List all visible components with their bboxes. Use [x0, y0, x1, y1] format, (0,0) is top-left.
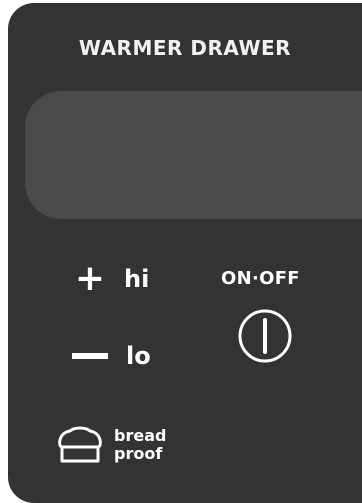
- bread-label-line2: proof: [114, 444, 163, 463]
- lo-button[interactable]: lo: [70, 336, 151, 376]
- warmer-drawer-control-panel: WARMER DRAWER + hi lo bread proof ON·OFF: [8, 3, 362, 503]
- on-off-button[interactable]: [236, 307, 294, 365]
- hi-button[interactable]: + hi: [70, 259, 149, 299]
- bread-loaf-icon: [58, 426, 102, 463]
- plus-icon: +: [74, 258, 106, 299]
- panel-title: WARMER DRAWER: [78, 36, 292, 60]
- display-window: [25, 91, 362, 219]
- minus-icon: [72, 353, 108, 359]
- power-icon: [238, 309, 292, 363]
- bread-proof-label: bread proof: [114, 427, 166, 463]
- bread-proof-button[interactable]: bread proof: [56, 415, 166, 475]
- bread-label-line1: bread: [114, 426, 167, 445]
- lo-label: lo: [126, 342, 151, 370]
- hi-label: hi: [124, 265, 150, 293]
- on-off-label: ON·OFF: [221, 268, 300, 289]
